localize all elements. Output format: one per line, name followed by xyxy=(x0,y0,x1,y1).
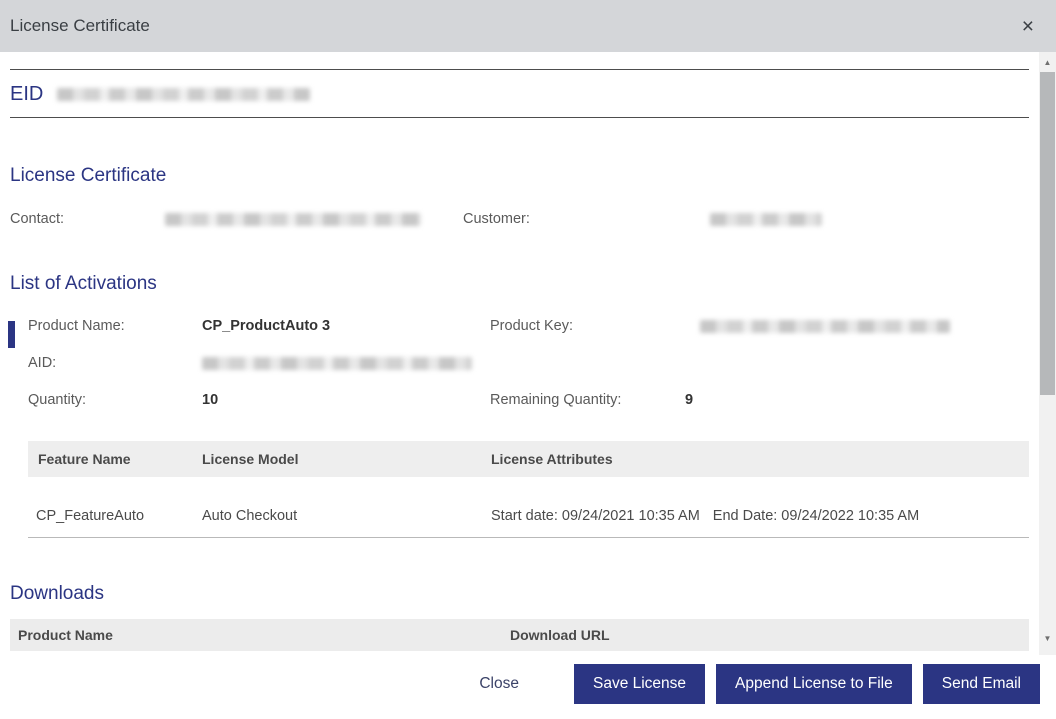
eid-row: EID xyxy=(10,83,1029,106)
scroll-up-icon[interactable]: ▲ xyxy=(1039,54,1056,71)
col-product-name: Product Name xyxy=(18,627,510,643)
product-name-label: Product Name: xyxy=(28,318,202,334)
feature-name-cell: CP_FeatureAuto xyxy=(36,508,202,524)
dialog-title: License Certificate xyxy=(10,16,150,36)
license-certificate-dialog: License Certificate × EID License Certif… xyxy=(0,0,1056,719)
license-certificate-heading: License Certificate xyxy=(10,165,1029,187)
scroll-down-icon[interactable]: ▼ xyxy=(1039,630,1056,647)
aid-value-redacted xyxy=(202,357,472,370)
vertical-scrollbar[interactable]: ▲ ▼ xyxy=(1039,52,1056,655)
close-button[interactable]: Close xyxy=(479,675,519,693)
append-license-to-file-button[interactable]: Append License to File xyxy=(716,664,912,704)
dialog-header: License Certificate × xyxy=(0,0,1056,52)
send-email-button[interactable]: Send Email xyxy=(923,664,1040,704)
product-key-value-redacted xyxy=(700,320,950,333)
feature-table-row: CP_FeatureAuto Auto Checkout Start date:… xyxy=(28,477,1029,538)
col-feature-name: Feature Name xyxy=(38,451,202,467)
close-icon[interactable]: × xyxy=(1018,14,1038,39)
license-attributes-cell: Start date: 09/24/2021 10:35 AM End Date… xyxy=(491,508,919,524)
product-name-value: CP_ProductAuto 3 xyxy=(202,318,330,334)
save-license-button[interactable]: Save License xyxy=(574,664,705,704)
eid-value-redacted xyxy=(57,88,310,101)
contact-label: Contact: xyxy=(10,211,165,227)
quantity-label: Quantity: xyxy=(28,392,202,408)
feature-table: Feature Name License Model License Attri… xyxy=(28,441,1029,538)
eid-divider xyxy=(10,117,1029,118)
col-license-model: License Model xyxy=(202,451,491,467)
scrollbar-thumb[interactable] xyxy=(1040,72,1055,395)
product-key-label: Product Key: xyxy=(490,318,685,334)
contact-value-redacted xyxy=(165,213,421,226)
start-date: Start date: 09/24/2021 10:35 AM xyxy=(491,508,700,524)
aid-row: AID: xyxy=(28,355,1029,371)
customer-label: Customer: xyxy=(463,211,710,227)
customer-value-redacted xyxy=(710,213,822,226)
product-row: Product Name: CP_ProductAuto 3 Product K… xyxy=(28,318,1029,334)
eid-label: EID xyxy=(10,83,43,106)
col-license-attributes: License Attributes xyxy=(491,451,613,467)
list-of-activations-heading: List of Activations xyxy=(10,273,1029,295)
top-divider xyxy=(10,69,1029,70)
activation-block: Product Name: CP_ProductAuto 3 Product K… xyxy=(10,318,1029,408)
end-date: End Date: 09/24/2022 10:35 AM xyxy=(713,508,919,524)
remaining-quantity-value: 9 xyxy=(685,392,693,408)
quantity-value: 10 xyxy=(202,392,218,408)
feature-table-header: Feature Name License Model License Attri… xyxy=(28,441,1029,477)
dialog-footer: Close Save License Append License to Fil… xyxy=(0,655,1056,719)
activation-accent-bar xyxy=(8,321,15,348)
downloads-table-header: Product Name Download URL xyxy=(10,619,1029,651)
col-download-url: Download URL xyxy=(510,627,610,643)
dialog-body: EID License Certificate Contact: Custome… xyxy=(0,52,1039,655)
contact-customer-row: Contact: Customer: xyxy=(10,211,1029,227)
customer-field: Customer: xyxy=(463,211,1029,227)
license-model-cell: Auto Checkout xyxy=(202,508,491,524)
downloads-heading: Downloads xyxy=(10,583,1029,605)
remaining-quantity-label: Remaining Quantity: xyxy=(490,392,685,408)
quantity-row: Quantity: 10 Remaining Quantity: 9 xyxy=(28,392,1029,408)
aid-label: AID: xyxy=(28,355,202,371)
contact-field: Contact: xyxy=(10,211,463,227)
